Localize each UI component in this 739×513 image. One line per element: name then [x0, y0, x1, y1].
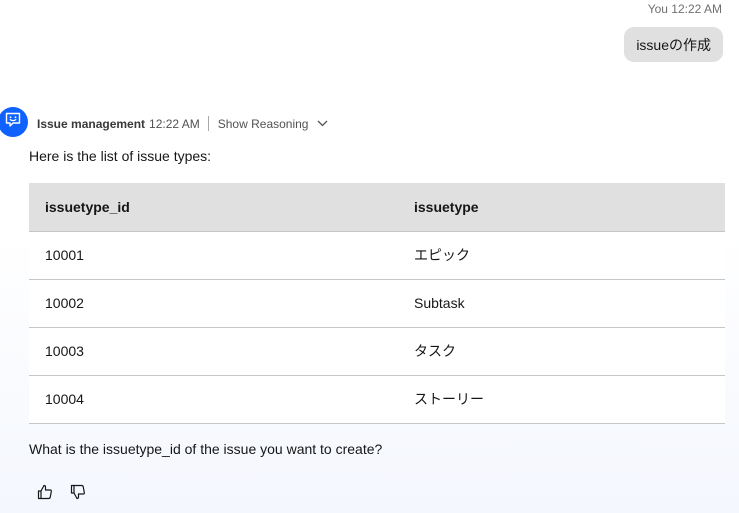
bot-message-time: 12:22 AM [149, 116, 200, 131]
table-cell-type: ストーリー [398, 375, 725, 424]
table-cell-type: Subtask [398, 279, 725, 328]
bot-avatar [0, 107, 28, 137]
table-cell-id: 10002 [29, 279, 398, 328]
thumbs-down-icon [70, 484, 85, 500]
show-reasoning-label: Show Reasoning [217, 116, 309, 131]
table-cell-type: タスク [398, 327, 725, 376]
user-message-meta: You 12:22 AM [648, 2, 722, 16]
bot-question-text: What is the issuetype_id of the issue yo… [29, 441, 383, 457]
table-cell-type: エピック [398, 231, 725, 280]
feedback-bar [36, 483, 87, 501]
table-cell-id: 10003 [29, 327, 398, 376]
thumbs-up-button[interactable] [36, 483, 54, 501]
table-row: 10003 タスク [29, 327, 725, 376]
thumbs-up-icon [37, 484, 52, 500]
bot-intro-text: Here is the list of issue types: [29, 148, 212, 164]
column-header-issuetype-id: issuetype_id [29, 183, 398, 232]
show-reasoning-button[interactable]: Show Reasoning [218, 117, 329, 131]
chevron-down-icon [318, 120, 328, 127]
user-message-bubble: issueの作成 [624, 27, 723, 62]
table-row: 10001 エピック [29, 231, 725, 280]
table-row: 10002 Subtask [29, 279, 725, 328]
chat-bot-icon [4, 111, 22, 134]
issue-types-table: issuetype_id issuetype 10001 エピック 10002 … [29, 183, 725, 424]
table-cell-id: 10001 [29, 231, 398, 280]
thumbs-down-button[interactable] [69, 483, 87, 501]
bot-name: Issue management [37, 116, 146, 131]
table-cell-id: 10004 [29, 375, 398, 424]
user-message-time: 12:22 AM [671, 2, 722, 16]
column-header-issuetype: issuetype [398, 183, 725, 232]
user-sender: You [647, 2, 668, 16]
table-row: 10004 ストーリー [29, 375, 725, 424]
user-message-text: issueの作成 [636, 36, 711, 53]
header-divider [207, 116, 209, 131]
table-header-row: issuetype_id issuetype [29, 183, 725, 232]
bot-message-header: Issue management 12:22 AM Show Reasoning [37, 115, 328, 132]
